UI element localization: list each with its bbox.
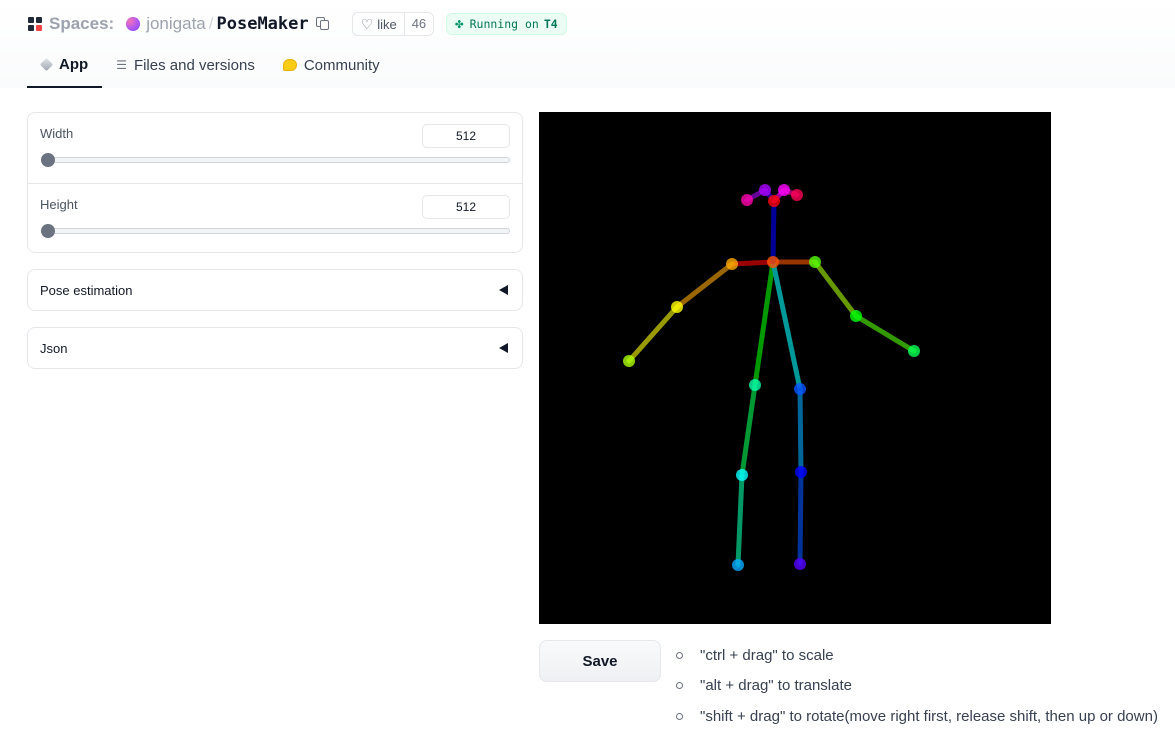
height-label: Height [40,197,78,212]
keypoint-nose[interactable] [768,195,780,207]
files-icon: ☰ [116,58,127,72]
accordion-label: Pose estimation [40,283,133,298]
hint-item: "ctrl + drag" to scale [676,640,1158,671]
bullet-icon [676,712,683,720]
status-hardware: T4 [543,17,558,31]
json-accordion[interactable]: Json [27,327,523,369]
keypoint-right-wrist[interactable] [623,355,635,367]
status-text: Running on [469,17,539,31]
keypoint-right-eye[interactable] [759,184,771,196]
limb-left-elbow-left-wrist [853,313,917,354]
width-label: Width [40,126,74,141]
pose-canvas[interactable] [539,112,1051,624]
width-slider[interactable] [41,153,510,167]
tab-label: Community [303,56,380,74]
limb-right-shoulder-right-elbow [674,261,735,310]
keypoint-right-ankle[interactable] [732,559,744,571]
breadcrumb: Spaces: jonigata / PoseMaker ♡ like 46 ✤… [28,12,567,36]
like-button[interactable]: ♡ like 46 [351,12,435,36]
bullet-icon [676,651,683,659]
limb-neck-left-hip [770,259,803,392]
tab-label: App [59,55,89,73]
width-control: Width [28,113,522,183]
width-number-input[interactable] [422,124,510,148]
keypoint-right-elbow[interactable] [671,301,683,313]
keypoint-right-hip[interactable] [749,379,761,391]
hint-item: "alt + drag" to translate [676,671,1158,702]
tab-app[interactable]: App [27,42,103,88]
keypoint-left-shoulder[interactable] [809,256,821,268]
like-label: like [377,16,397,32]
spaces-logo-icon [28,17,42,31]
community-icon [282,59,297,71]
limb-neck-right-shoulder [729,259,776,267]
repo-name-link[interactable]: PoseMaker [217,14,309,34]
keypoint-left-knee[interactable] [795,466,807,478]
like-count[interactable]: 46 [403,13,434,35]
tab-files-and-versions[interactable]: ☰ Files and versions [102,42,269,88]
height-number-input[interactable] [422,195,510,219]
height-slider-thumb[interactable] [41,224,55,238]
accordion-label: Json [40,341,68,356]
limb-neck-nose [770,198,777,265]
space-tabs: App ☰ Files and versions Community [27,42,394,88]
hint-item: "shift + drag" to rotate(move right firs… [676,701,1158,732]
height-slider[interactable] [41,224,510,238]
copy-icon[interactable] [315,17,330,31]
limb-neck-right-hip [752,259,776,388]
bullet-icon [676,682,683,690]
keypoint-left-ankle[interactable] [794,558,806,570]
pose-estimation-accordion[interactable]: Pose estimation [27,269,523,311]
keypoint-neck[interactable] [767,256,779,268]
keypoint-right-ear[interactable] [741,194,753,206]
keypoint-left-elbow[interactable] [850,310,862,322]
owner-avatar [126,17,141,31]
hint-text: "ctrl + drag" to scale [700,646,834,664]
keypoint-left-ear[interactable] [791,189,803,201]
limb-right-elbow-right-wrist [626,304,680,364]
limb-left-shoulder-left-elbow [812,259,859,319]
status-badge[interactable]: ✤ Running on T4 [446,13,567,35]
owner-link[interactable]: jonigata [146,14,206,34]
limb-right-hip-right-knee [739,382,758,478]
keypoint-left-hip[interactable] [794,383,806,395]
heart-icon: ♡ [360,15,374,32]
keypoint-right-knee[interactable] [736,469,748,481]
limb-left-knee-left-ankle [797,469,804,567]
space-header: Spaces: jonigata / PoseMaker ♡ like 46 ✤… [0,0,1175,88]
tab-community[interactable]: Community [269,42,394,88]
hint-text: "alt + drag" to translate [700,677,852,695]
tab-label: Files and versions [133,56,255,74]
height-control: Height [28,183,522,253]
keypoint-left-eye[interactable] [778,184,790,196]
spaces-link[interactable]: Spaces: [49,14,114,34]
keypoint-left-wrist[interactable] [908,345,920,357]
cube-icon [39,57,54,71]
pose-skeleton[interactable] [539,112,1051,624]
width-slider-thumb[interactable] [41,153,55,167]
save-button[interactable]: Save [539,640,661,682]
caret-left-icon [499,285,508,295]
limb-left-hip-left-knee [797,386,804,475]
usage-hints: "ctrl + drag" to scale "alt + drag" to t… [676,640,1158,732]
caret-left-icon [499,343,508,353]
hint-text: "shift + drag" to rotate(move right firs… [700,707,1158,725]
breadcrumb-separator: / [208,14,214,33]
keypoint-right-shoulder[interactable] [726,258,738,270]
limb-right-knee-right-ankle [735,472,745,568]
fan-icon: ✤ [455,16,464,32]
dimensions-panel: Width Height [27,112,523,253]
